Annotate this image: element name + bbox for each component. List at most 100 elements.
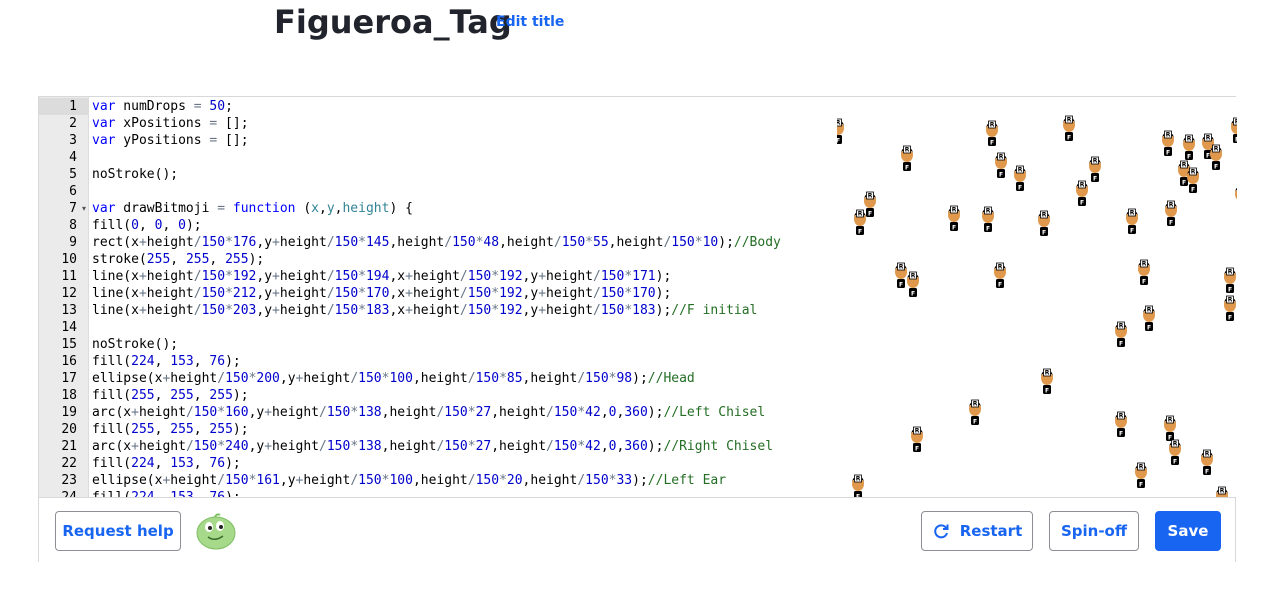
code-token: 138: [358, 439, 382, 454]
code-line[interactable]: arc(x+height/150*240,y+height/150*138,he…: [92, 438, 773, 455]
program-output-canvas[interactable]: RFRFRFRFRFRFRFRFRFRFRFRFRFRFRFRFRFRFRFRF…: [837, 97, 1237, 497]
request-help-button[interactable]: Request help: [55, 511, 181, 551]
line-number: 21: [61, 439, 77, 454]
line-number: 24: [61, 489, 77, 497]
code-line[interactable]: arc(x+height/150*160,y+height/150*138,he…: [92, 404, 765, 421]
code-token: );: [232, 422, 249, 437]
code-token: arc(x: [92, 405, 132, 420]
svg-text:R: R: [990, 122, 995, 129]
code-token: 150: [334, 303, 359, 318]
code-token: +: [272, 235, 280, 250]
svg-text:R: R: [1080, 182, 1085, 189]
code-token: var: [92, 201, 116, 216]
svg-text:R: R: [1205, 451, 1210, 458]
code-token: ,: [600, 405, 609, 420]
code-token: ,: [193, 388, 210, 403]
code-token: *: [217, 439, 226, 454]
svg-text:R: R: [1182, 162, 1187, 169]
line-number: 11: [61, 269, 77, 284]
green-blob-avatar-icon[interactable]: [195, 511, 237, 551]
fold-arrow-icon[interactable]: ▾: [82, 200, 86, 217]
code-token: *: [624, 286, 633, 301]
svg-text:F: F: [952, 225, 956, 232]
code-token: /: [350, 371, 359, 386]
svg-text:F: F: [1042, 230, 1046, 237]
code-token: 150: [444, 405, 468, 420]
bitmoji-figure: RF: [895, 262, 907, 289]
line-number: 18: [61, 388, 77, 403]
code-line[interactable]: fill(224, 153, 76);: [92, 489, 241, 497]
code-token: 76: [209, 354, 226, 369]
code-token: 100: [389, 473, 413, 488]
code-token: ,height: [522, 371, 578, 386]
code-token: 0: [178, 218, 186, 233]
code-token: /: [593, 303, 601, 318]
code-token: 20: [506, 473, 523, 488]
code-token: *: [624, 269, 633, 284]
code-token: 85: [506, 371, 523, 386]
code-line[interactable]: noStroke();: [92, 336, 178, 353]
code-line[interactable]: var xPositions = [];: [92, 115, 249, 132]
code-text-area[interactable]: var numDrops = 50; var xPositions = []; va…: [92, 97, 832, 497]
svg-text:F: F: [1187, 154, 1191, 161]
code-token: *: [499, 371, 507, 386]
code-token: *: [499, 473, 507, 488]
code-token: 176: [232, 235, 257, 250]
code-line[interactable]: fill(224, 153, 76);: [92, 353, 241, 370]
code-line[interactable]: noStroke();: [92, 166, 178, 183]
code-token: ;: [225, 99, 233, 114]
code-token: line(x: [92, 303, 139, 318]
code-token: +: [405, 269, 413, 284]
code-line[interactable]: rect(x+height/150*176,y+height/150*145,h…: [92, 234, 781, 251]
code-token: ,: [138, 218, 155, 233]
code-line[interactable]: line(x+height/150*212,y+height/150*170,x…: [92, 285, 671, 302]
code-token: *: [358, 269, 366, 284]
code-line[interactable]: stroke(255, 255, 255);: [92, 251, 264, 268]
code-line[interactable]: var drawBitmoji = function (x,y,height) …: [92, 200, 413, 217]
code-token: ,: [319, 201, 327, 216]
code-editor[interactable]: 1234567▾89101112131415161718192021222324…: [39, 97, 838, 497]
svg-text:R: R: [868, 193, 873, 200]
line-number: 10: [61, 252, 77, 267]
spin-off-button[interactable]: Spin-off: [1049, 511, 1139, 551]
code-token: ,x: [389, 303, 406, 318]
code-line[interactable]: line(x+height/150*203,y+height/150*183,x…: [92, 302, 757, 319]
code-line[interactable]: fill(255, 255, 255);: [92, 387, 249, 404]
save-button[interactable]: Save: [1155, 511, 1221, 551]
code-token: 150: [201, 286, 226, 301]
code-token: *: [694, 235, 703, 250]
code-token: 150: [475, 473, 500, 488]
code-token: line(x: [92, 269, 139, 284]
code-token: );: [655, 269, 672, 284]
code-token: 48: [483, 235, 500, 250]
svg-text:F: F: [990, 140, 994, 147]
code-token: /: [593, 286, 601, 301]
line-number: 22: [61, 456, 77, 471]
svg-text:R: R: [1147, 307, 1152, 314]
bitmoji-figure: RF: [1231, 117, 1237, 144]
code-token: ,y: [256, 286, 273, 301]
restart-button[interactable]: Restart: [921, 511, 1033, 551]
code-token: noStroke();: [92, 167, 179, 182]
code-line[interactable]: line(x+height/150*192,y+height/150*194,x…: [92, 268, 671, 285]
code-line[interactable]: var numDrops = 50;: [92, 98, 233, 115]
output-drawing: RFRFRFRFRFRFRFRFRFRFRFRFRFRFRFRFRFRFRFRF…: [837, 115, 1237, 497]
code-token: height: [146, 269, 194, 284]
code-line[interactable]: fill(255, 255, 255);: [92, 421, 249, 438]
bitmoji-figure: RF: [1014, 165, 1026, 192]
edit-title-link[interactable]: Edit title: [496, 12, 564, 32]
code-token: );: [632, 371, 648, 386]
code-line[interactable]: fill(224, 153, 76);: [92, 455, 241, 472]
code-line[interactable]: ellipse(x+height/150*161,y+height/150*10…: [92, 472, 726, 489]
code-line[interactable]: fill(0, 0, 0);: [92, 217, 202, 234]
line-number: 13: [61, 303, 77, 318]
bitmoji-figure: RF: [1165, 200, 1177, 227]
code-token: 55: [593, 235, 609, 250]
svg-text:F: F: [1093, 176, 1097, 183]
code-line[interactable]: ellipse(x+height/150*200,y+height/150*10…: [92, 370, 695, 387]
code-token: ,height: [412, 371, 468, 386]
code-token: ,y: [522, 303, 539, 318]
code-token: ,height: [491, 439, 547, 454]
line-number: 3: [69, 133, 77, 148]
code-line[interactable]: var yPositions = [];: [92, 132, 249, 149]
